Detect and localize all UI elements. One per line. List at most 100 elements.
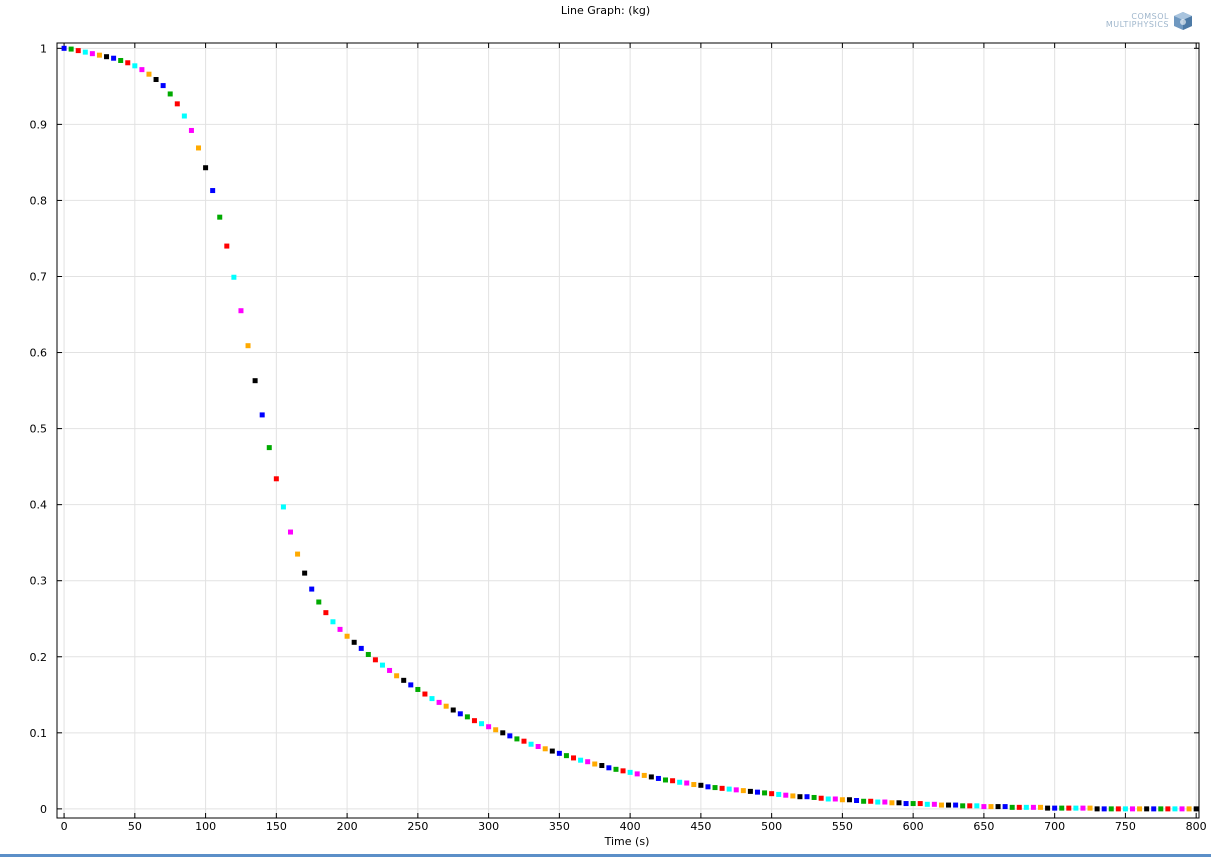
x-tick-label: 0 (61, 820, 68, 833)
data-point (592, 761, 598, 767)
data-point (280, 504, 286, 510)
x-tick-label: 550 (832, 820, 853, 833)
y-tick-label: 0.5 (30, 423, 48, 436)
data-point (967, 803, 973, 809)
data-point (578, 757, 584, 763)
data-point (266, 445, 272, 451)
data-point (599, 763, 605, 769)
data-point (917, 801, 923, 807)
x-tick-label: 200 (337, 820, 358, 833)
data-point (896, 800, 902, 806)
x-tick-label: 650 (973, 820, 994, 833)
data-point (302, 570, 308, 576)
data-point (1094, 806, 1100, 812)
data-point (89, 51, 95, 57)
data-point (68, 46, 74, 52)
data-point (627, 769, 633, 775)
data-point (719, 785, 725, 791)
data-point (634, 771, 640, 777)
data-point (1108, 806, 1114, 812)
data-point (563, 753, 569, 759)
y-tick-label: 0.1 (30, 727, 48, 740)
y-tick-label: 0.9 (30, 118, 48, 131)
x-tick-label: 150 (266, 820, 287, 833)
data-point (273, 476, 279, 482)
data-point (776, 791, 782, 797)
data-point (457, 711, 463, 717)
data-point (1038, 804, 1044, 810)
data-point (528, 741, 534, 747)
data-point (316, 599, 322, 605)
data-point (1080, 805, 1086, 811)
data-point (910, 801, 916, 807)
data-point (1087, 805, 1093, 811)
x-tick-label: 600 (903, 820, 924, 833)
data-point (153, 77, 159, 83)
data-point (733, 787, 739, 793)
data-point (330, 619, 336, 625)
data-point (408, 682, 414, 688)
data-point (804, 794, 810, 800)
data-point (323, 610, 329, 616)
data-point (762, 790, 768, 796)
data-point (549, 748, 555, 754)
x-tick-label: 750 (1115, 820, 1136, 833)
data-point (210, 188, 216, 194)
data-point (790, 793, 796, 799)
data-point (1002, 804, 1008, 810)
data-point (1122, 806, 1128, 812)
data-point (139, 67, 145, 73)
data-point (981, 804, 987, 810)
data-point (1059, 805, 1065, 811)
data-point (188, 127, 194, 133)
data-point (132, 63, 138, 69)
data-point (181, 113, 187, 119)
data-point (415, 686, 421, 692)
data-point (224, 243, 230, 249)
data-point (125, 60, 131, 66)
x-tick-label: 300 (478, 820, 499, 833)
y-tick-label: 0.3 (30, 575, 48, 588)
data-point (167, 91, 173, 97)
x-tick-label: 250 (407, 820, 428, 833)
data-point (514, 736, 520, 742)
data-point (670, 778, 676, 784)
plot-frame (56, 42, 1200, 819)
data-point (620, 768, 626, 774)
data-point (1023, 804, 1029, 810)
data-point (726, 786, 732, 792)
data-point (337, 626, 343, 632)
data-point (160, 83, 166, 89)
data-point (1115, 806, 1121, 812)
data-point (655, 775, 661, 781)
data-point (648, 774, 654, 780)
data-point (542, 746, 548, 752)
data-point (464, 714, 470, 720)
data-point (1030, 804, 1036, 810)
data-point (854, 798, 860, 804)
x-tick-label: 450 (690, 820, 711, 833)
data-point (231, 274, 237, 280)
data-point (1165, 806, 1171, 812)
data-point (938, 802, 944, 808)
data-point (698, 782, 704, 788)
plot: 0 50 100 150 200 250 300 350 400 450 500 550 600 650 7… (30, 42, 1207, 848)
data-point (82, 49, 88, 55)
data-point (931, 801, 937, 807)
data-point (832, 796, 838, 802)
data-point (196, 145, 202, 151)
y-tick-label: 0.8 (30, 194, 48, 207)
x-tick-label: 50 (128, 820, 142, 833)
data-point (889, 800, 895, 806)
data-point (825, 796, 831, 802)
data-point (1009, 804, 1015, 810)
data-point (493, 727, 499, 733)
data-point (358, 645, 364, 651)
data-point (238, 308, 244, 314)
data-point (203, 165, 209, 171)
data-point (613, 766, 619, 772)
data-point (1101, 806, 1107, 812)
data-point (401, 677, 407, 683)
data-point (450, 707, 456, 713)
data-point (1144, 806, 1150, 812)
